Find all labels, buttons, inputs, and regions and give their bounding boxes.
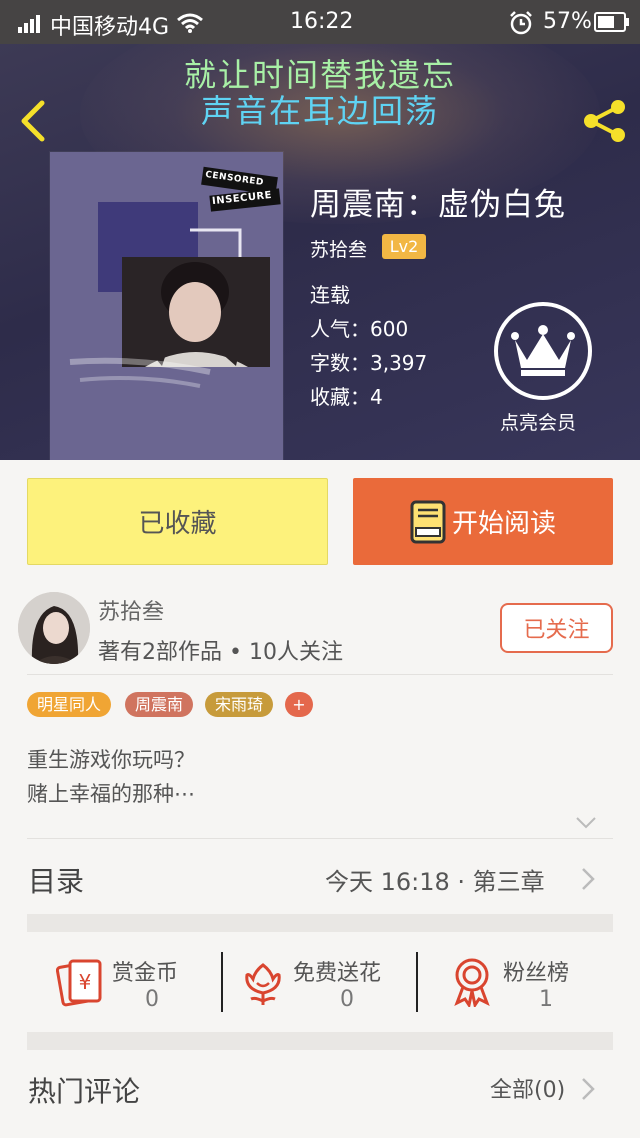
description-line-2: 赌上幸福的那种⋯ <box>27 782 195 806</box>
alarm-icon <box>510 11 532 35</box>
reward-flowers-label: 免费送花 <box>293 961 382 986</box>
toc-latest-chapter[interactable]: 今天 16:18 · 第三章 <box>325 862 545 897</box>
ribbon-medal-icon <box>454 958 490 1007</box>
add-tag-button[interactable]: + <box>285 692 313 717</box>
tag-category[interactable]: 明星同人 <box>27 692 112 717</box>
book-icon <box>410 500 446 543</box>
crown-icon <box>511 325 575 376</box>
comments-chevron-right-icon[interactable] <box>580 1076 596 1102</box>
share-icon[interactable] <box>582 98 628 144</box>
divider <box>27 674 613 675</box>
tag-person-2[interactable]: 宋雨琦 <box>205 692 274 717</box>
reward-flowers-value: 0 <box>340 987 354 1012</box>
flower-icon <box>245 963 281 1005</box>
divider <box>27 838 613 839</box>
favorites-count: 收藏：4 <box>310 385 383 409</box>
wifi-icon <box>177 13 203 33</box>
hot-comments-title: 热门评论 <box>28 1075 141 1108</box>
vip-button[interactable] <box>494 302 592 400</box>
section-separator <box>27 1032 613 1050</box>
vip-label[interactable]: 点亮会员 <box>500 408 576 435</box>
book-header: 就让时间替我遗忘 声音在耳边回荡 CENSORED INSECURE 周震南：虚… <box>0 44 640 460</box>
reward-fans-label: 粉丝榜 <box>503 961 570 986</box>
clock: 16:22 <box>290 9 354 34</box>
reward-flowers[interactable]: 免费送花 0 <box>243 955 413 1025</box>
battery-icon <box>594 12 629 32</box>
all-comments-link[interactable]: 全部(0) <box>490 1072 565 1104</box>
reward-fans-rank[interactable]: 粉丝榜 1 <box>451 955 601 1025</box>
signal-icon <box>18 15 40 33</box>
reward-fans-value: 1 <box>539 987 553 1012</box>
battery-percent: 57% <box>543 9 592 34</box>
toc-chevron-right-icon[interactable] <box>580 866 596 892</box>
description-line-1: 重生游戏你玩吗？ <box>27 748 195 772</box>
word-count: 字数：3,397 <box>310 351 428 375</box>
author-name[interactable]: 苏拾叁 <box>98 594 164 626</box>
book-author[interactable]: 苏拾叁 <box>310 235 367 262</box>
popularity: 人气：600 <box>310 317 409 341</box>
back-icon[interactable] <box>18 99 48 143</box>
reward-separator <box>416 952 418 1012</box>
author-stats: 著有2部作品 • 10人关注 <box>98 640 343 665</box>
follow-button[interactable]: 已关注 <box>500 603 613 653</box>
serial-status: 连载 <box>310 283 350 307</box>
start-reading-button[interactable]: 开始阅读 <box>353 478 613 565</box>
reward-separator <box>221 952 223 1012</box>
section-separator <box>27 914 613 932</box>
red-envelope-coin-icon: ¥ <box>56 959 102 1007</box>
tag-person-1[interactable]: 周震南 <box>125 692 194 717</box>
reward-coins-value: 0 <box>145 987 159 1012</box>
level-badge: Lv2 <box>382 234 426 259</box>
follow-label: 已关注 <box>523 618 590 643</box>
collected-label: 已收藏 <box>138 509 217 539</box>
reward-coins[interactable]: ¥ 赏金币 0 <box>56 955 216 1025</box>
book-title: 周震南：虚伪白兔 <box>310 187 566 223</box>
status-bar: 中国移动4G 16:22 57% <box>0 0 640 44</box>
lyric-line-2: 声音在耳边回荡 <box>200 92 439 130</box>
svg-text:¥: ¥ <box>79 970 92 994</box>
collected-button[interactable]: 已收藏 <box>27 478 328 565</box>
carrier-label: 中国移动4G <box>50 15 170 40</box>
avatar-image <box>18 592 90 664</box>
start-reading-label: 开始阅读 <box>451 509 556 539</box>
toc-title[interactable]: 目录 <box>28 860 84 900</box>
avatar[interactable] <box>18 592 90 664</box>
expand-chevron-icon[interactable] <box>574 815 598 831</box>
book-cover[interactable]: CENSORED INSECURE <box>50 152 283 460</box>
reward-coins-label: 赏金币 <box>112 961 179 986</box>
